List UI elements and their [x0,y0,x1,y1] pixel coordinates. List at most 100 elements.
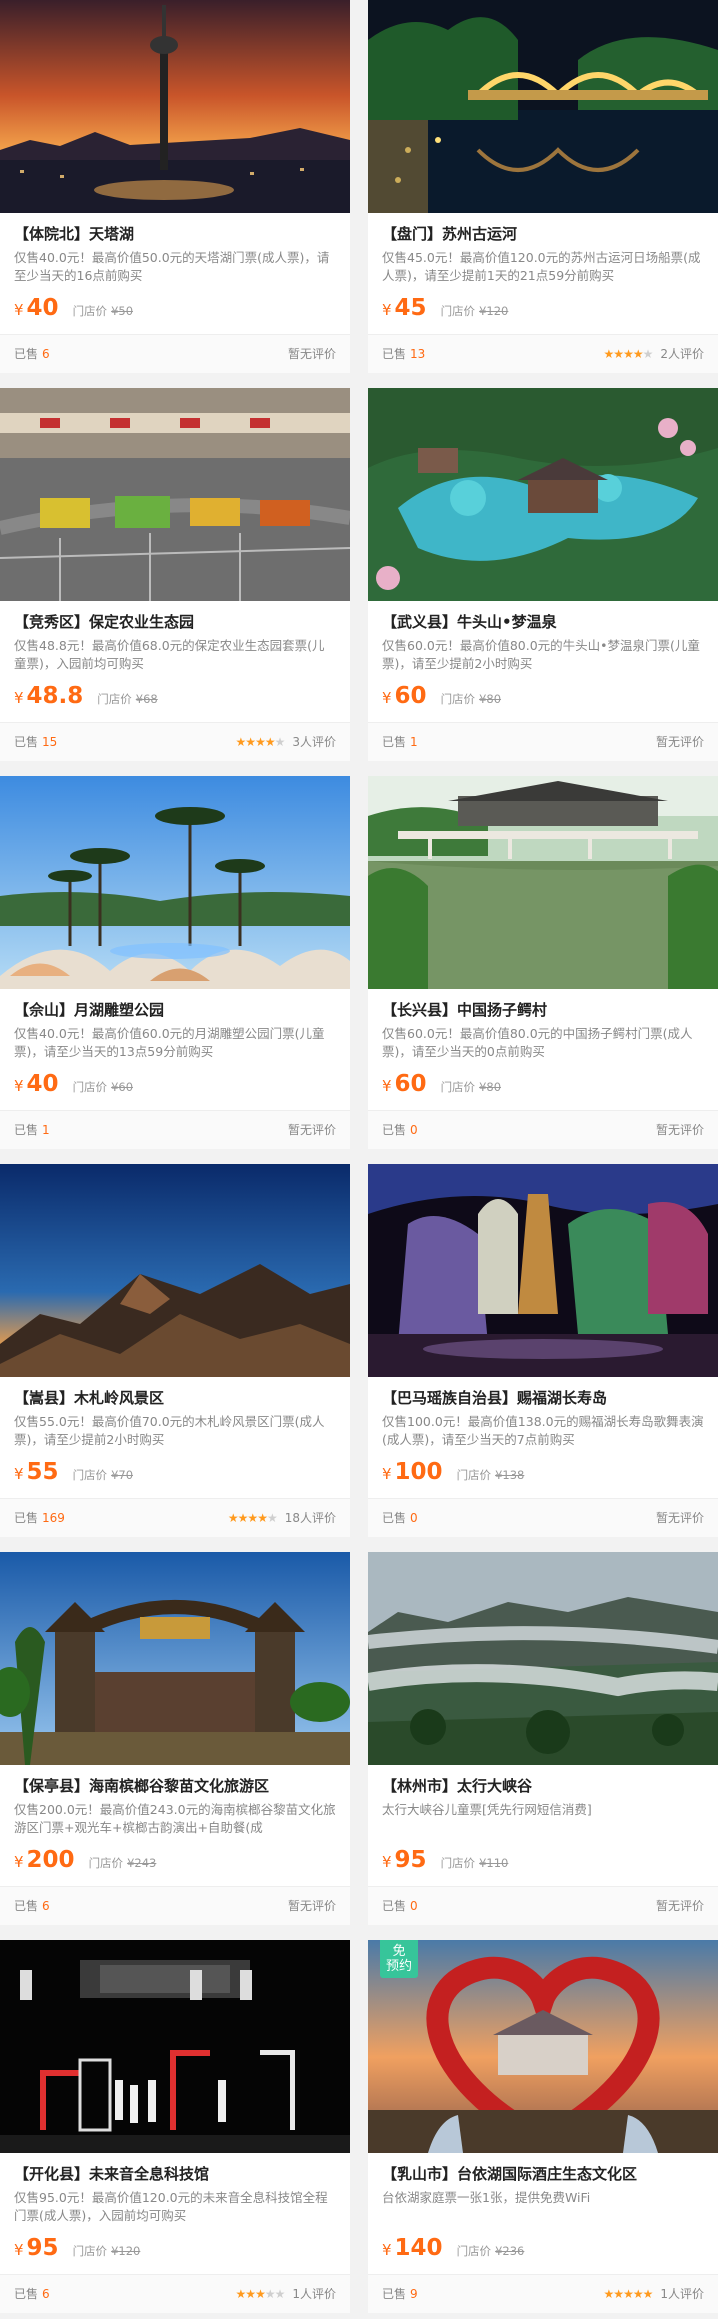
product-card[interactable]: 【长兴县】中国扬子鳄村 仅售60.0元！最高价值80.0元的中国扬子鳄村门票(成人… [368,776,718,1149]
review-count[interactable]: 3人评价 [292,735,336,749]
sale-price: 200 [26,1847,75,1873]
review-summary[interactable]: 暂无评价 [288,1111,336,1149]
review-count[interactable]: 1人评价 [660,2287,704,2301]
product-info: 【保亭县】海南槟榔谷黎苗文化旅游区仅售200.0元！最高价值243.0元的海南槟… [0,1765,350,1875]
review-summary[interactable]: 暂无评价 [656,723,704,761]
product-title[interactable]: 【开化县】未来音全息科技馆 [14,2163,336,2185]
product-title[interactable]: 【长兴县】中国扬子鳄村 [382,999,704,1021]
product-card[interactable]: 【武义县】牛头山•梦温泉 仅售60.0元！最高价值80.0元的牛头山•梦温泉门票(… [368,388,718,761]
product-info: 【巴马瑶族自治县】赐福湖长寿岛 仅售100.0元！最高价值138.0元的赐福湖长寿… [368,1377,718,1487]
product-info: 【乳山市】台依湖国际酒庄生态文化区 台依湖家庭票一张1张，提供免费WiFi ¥140… [368,2153,718,2263]
product-image[interactable] [0,0,350,213]
product-image[interactable] [0,1164,350,1377]
review-summary[interactable]: 暂无评价 [656,1111,704,1149]
review-count[interactable]: 1人评价 [292,2287,336,2301]
product-card[interactable]: 【竞秀区】保定农业生态园仅售48.8元！最高价值68.0元的保定农业生态园套票(… [0,388,350,761]
sold-count: 6 [42,2287,50,2301]
scenic-photo [0,1940,350,2153]
product-info: 【体院北】天塔湖仅售40.0元！最高价值50.0元的天塔湖门票(成人票)，请至少… [0,213,350,323]
product-title[interactable]: 【体院北】天塔湖 [14,223,336,245]
product-title[interactable]: 【巴马瑶族自治县】赐福湖长寿岛 [382,1387,704,1409]
product-title[interactable]: 【佘山】月湖雕塑公园 [14,999,336,1021]
product-card[interactable]: 【保亭县】海南槟榔谷黎苗文化旅游区仅售200.0元！最高价值243.0元的海南槟… [0,1552,350,1925]
product-image[interactable] [368,776,718,989]
product-description: 仅售48.8元！最高价值68.0元的保定农业生态园套票(儿童票)，入园前均可购买 [14,638,325,671]
sale-price: 100 [394,1459,443,1485]
shop-price-label: 门店价 [440,1080,476,1094]
product-card[interactable]: 【佘山】月湖雕塑公园仅售40.0元！最高价值60.0元的月湖雕塑公园门票(儿童票… [0,776,350,1149]
review-count[interactable]: 暂无评价 [656,735,704,749]
review-summary[interactable]: 暂无评价 [656,1499,704,1537]
review-count[interactable]: 暂无评价 [288,347,336,361]
review-summary[interactable]: 暂无评价 [656,1887,704,1925]
star-icon: ★ [235,735,247,749]
review-summary[interactable]: 暂无评价 [288,335,336,373]
sold-label: 已售 [382,347,407,361]
original-price: ¥60 [111,1080,134,1094]
product-description: 仅售40.0元！最高价值50.0元的天塔湖门票(成人票)，请至少当天的16点前购… [14,250,330,283]
product-card[interactable]: 【林州市】太行大峡谷 太行大峡谷儿童票[凭先行网短信消费] ¥95 门店价 ¥110 已售… [368,1552,718,1925]
star-icon: ★ [227,1511,239,1525]
review-count[interactable]: 暂无评价 [656,1511,704,1525]
review-summary[interactable]: ★★★★★ 18人评价 [228,1499,336,1537]
star-icon: ★ [235,2287,247,2301]
product-title[interactable]: 【保亭县】海南槟榔谷黎苗文化旅游区 [14,1775,336,1797]
product-title[interactable]: 【乳山市】台依湖国际酒庄生态文化区 [382,2163,704,2185]
review-count[interactable]: 2人评价 [660,347,704,361]
currency-symbol: ¥ [14,2241,24,2259]
product-title[interactable]: 【盘门】苏州古运河 [382,223,704,245]
product-card[interactable]: 【开化县】未来音全息科技馆 仅售95.0元！最高价值120.0元的未来音全息科技馆… [0,1940,350,2313]
product-description: 仅售200.0元！最高价值243.0元的海南槟榔谷黎苗文化旅游区门票+观光车+槟… [14,1802,336,1835]
sold-label: 已售 [14,347,39,361]
scenic-photo [368,1164,718,1377]
review-count[interactable]: 18人评价 [285,1511,336,1525]
sold-count: 0 [410,1899,418,1913]
original-price: ¥138 [495,1468,525,1482]
product-image[interactable] [0,1552,350,1765]
sold-count: 15 [42,735,58,749]
product-image[interactable] [0,776,350,989]
review-summary[interactable]: ★★★★★ 2人评价 [604,335,704,373]
review-summary[interactable]: ★★★★★ 1人评价 [236,2275,336,2313]
product-image[interactable] [368,0,718,213]
star-icon: ★ [613,2287,624,2301]
original-price: ¥120 [111,2244,141,2258]
star-icon: ★ [642,2287,654,2301]
review-summary[interactable]: 暂无评价 [288,1887,336,1925]
sold-count: 6 [42,1899,50,1913]
rating-stars: ★★★★★ [604,2275,654,2313]
product-image[interactable] [0,1940,350,2153]
product-title[interactable]: 【竞秀区】保定农业生态园 [14,611,336,633]
product-image[interactable] [0,388,350,601]
review-summary[interactable]: ★★★★★ 1人评价 [604,2275,704,2313]
review-summary[interactable]: ★★★★★ 3人评价 [236,723,336,761]
product-image[interactable] [368,1164,718,1377]
review-count[interactable]: 暂无评价 [288,1123,336,1137]
product-image[interactable]: 免 预约 [368,1940,718,2153]
star-icon: ★ [257,1511,268,1525]
shop-price-label: 门店价 [456,1468,492,1482]
review-count[interactable]: 暂无评价 [656,1899,704,1913]
product-card[interactable]: 【盘门】苏州古运河 仅售45.0元！最高价值120.0元的苏州古运河日场船票(成人… [368,0,718,373]
product-title[interactable]: 【林州市】太行大峡谷 [382,1775,704,1797]
product-title[interactable]: 【武义县】牛头山•梦温泉 [382,611,704,633]
shop-price-label: 门店价 [88,1856,124,1870]
currency-symbol: ¥ [382,1853,392,1871]
scenic-photo [0,0,350,213]
product-title[interactable]: 【嵩县】木札岭风景区 [14,1387,336,1409]
card-footer: 已售 15 ★★★★★ 3人评价 [0,722,350,761]
sale-price: 60 [394,1071,427,1097]
shop-price-label: 门店价 [72,1468,108,1482]
product-image[interactable] [368,388,718,601]
product-image[interactable] [368,1552,718,1765]
review-count[interactable]: 暂无评价 [656,1123,704,1137]
product-card[interactable]: 【体院北】天塔湖仅售40.0元！最高价值50.0元的天塔湖门票(成人票)，请至少… [0,0,350,373]
product-card[interactable]: 【巴马瑶族自治县】赐福湖长寿岛 仅售100.0元！最高价值138.0元的赐福湖长寿… [368,1164,718,1537]
card-footer: 已售 13 ★★★★★ 2人评价 [368,334,718,373]
product-description: 仅售40.0元！最高价值60.0元的月湖雕塑公园门票(儿童票)，请至少当天的13… [14,1026,325,1059]
product-card[interactable]: 【嵩县】木札岭风景区 仅售55.0元！最高价值70.0元的木札岭风景区门票(成人票… [0,1164,350,1537]
review-count[interactable]: 暂无评价 [288,1899,336,1913]
product-info: 【林州市】太行大峡谷 太行大峡谷儿童票[凭先行网短信消费] ¥95 门店价 ¥110 [368,1765,718,1875]
product-card[interactable]: 免 预约 【乳山市】台依湖国际酒庄生态文化区 台依湖家庭票一张1张，提供免费WiFi… [368,1940,718,2313]
card-footer: 已售 0 暂无评价 [368,1886,718,1925]
